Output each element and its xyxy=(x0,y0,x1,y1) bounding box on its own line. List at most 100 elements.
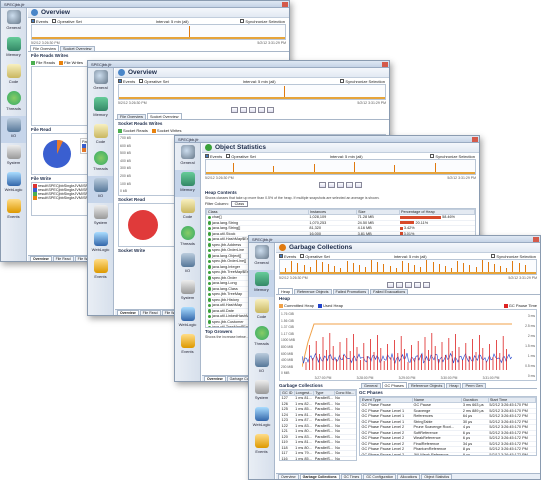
close-icon[interactable] xyxy=(533,236,539,242)
tab-gc-phases[interactable]: GC Phases xyxy=(381,382,407,388)
zoom-in-button[interactable] xyxy=(328,182,335,188)
nav-general[interactable]: General xyxy=(88,68,113,95)
nav-weblogic[interactable]: WebLogic xyxy=(175,305,200,332)
btab-item[interactable]: Garbage Collections xyxy=(299,473,340,479)
btab-overview[interactable]: Overview xyxy=(204,375,226,381)
filter-column-select[interactable]: Class xyxy=(230,201,249,207)
btab-overview[interactable]: Overview xyxy=(117,309,139,315)
pan-left-button[interactable] xyxy=(404,282,412,288)
select-all-button[interactable] xyxy=(355,182,362,188)
pan-right-button[interactable] xyxy=(257,107,265,113)
nav-weblogic[interactable]: WebLogic xyxy=(249,405,274,432)
tab-failed-promotions[interactable]: Failed Promotions xyxy=(332,289,370,294)
zoom-in-button[interactable] xyxy=(239,107,247,113)
tab-socket-overview[interactable]: Socket Overview xyxy=(60,46,95,51)
tab-file-overview[interactable]: File Overview xyxy=(117,114,146,119)
pan-left-button[interactable] xyxy=(337,182,344,188)
operative-set-checkbox[interactable]: Operative Set xyxy=(300,253,330,259)
btab-overview[interactable]: Overview xyxy=(30,255,52,261)
close-icon[interactable] xyxy=(472,136,478,142)
events-checkbox[interactable]: Events xyxy=(118,78,135,84)
pan-right-button[interactable] xyxy=(346,182,353,188)
btab-item[interactable]: Overview xyxy=(278,473,299,479)
timeline[interactable] xyxy=(205,159,476,175)
timeline[interactable] xyxy=(118,84,386,100)
tab-file-overview[interactable]: File Overview xyxy=(30,45,59,51)
column-header[interactable]: Longest... xyxy=(293,390,315,396)
nav-io[interactable]: I/O xyxy=(249,351,274,378)
nav-weblogic[interactable]: WebLogic xyxy=(88,230,113,257)
events-checkbox[interactable]: Events xyxy=(31,18,48,24)
sync-checkbox[interactable]: Synchronize Selection xyxy=(240,18,285,24)
operative-set-checkbox[interactable]: Operative Set xyxy=(139,78,169,84)
column-header[interactable]: Conc Mo... xyxy=(333,390,356,396)
sync-checkbox[interactable]: Synchronize Selection xyxy=(430,153,475,159)
nav-memory[interactable]: Memory xyxy=(1,35,26,62)
table-row[interactable]: GC Phase Pause Level 2 Prune Scavenge Roo… xyxy=(360,424,536,431)
nav-weblogic[interactable]: WebLogic xyxy=(1,170,26,197)
nav-code[interactable]: Code xyxy=(88,122,113,149)
timeline[interactable] xyxy=(31,24,286,40)
nav-threads[interactable]: Threads xyxy=(1,89,26,116)
btab-file-read[interactable]: File Read xyxy=(139,309,161,315)
nav-events[interactable]: Events xyxy=(249,432,274,459)
operative-set-checkbox[interactable]: Operative Set xyxy=(52,18,82,24)
nav-general[interactable]: General xyxy=(249,243,274,270)
btab-item[interactable]: GC Configuration xyxy=(363,473,397,479)
nav-events[interactable]: Events xyxy=(88,257,113,284)
nav-threads[interactable]: Threads xyxy=(88,149,113,176)
tab-perm-gen[interactable]: Perm Gen xyxy=(462,383,486,388)
zoom-in-button[interactable] xyxy=(395,282,403,288)
nav-system[interactable]: System xyxy=(1,143,26,170)
nav-io[interactable]: I/O xyxy=(175,251,200,278)
events-checkbox[interactable]: Events xyxy=(205,153,222,159)
nav-system[interactable]: System xyxy=(88,203,113,230)
tab-heap[interactable]: Heap xyxy=(446,383,462,388)
nav-io[interactable]: I/O xyxy=(88,176,113,203)
btab-item[interactable]: Allocations xyxy=(397,473,421,479)
select-all-button[interactable] xyxy=(266,107,274,113)
tab-heap[interactable]: Heap xyxy=(278,288,294,294)
tab-reference-objects[interactable]: Reference Objects xyxy=(294,289,332,294)
nav-code[interactable]: Code xyxy=(175,197,200,224)
events-checkbox[interactable]: Events xyxy=(279,253,296,259)
table-row[interactable]: GC Phase Pause Level 2 JNI Weak Reference… xyxy=(360,452,536,455)
pan-left-button[interactable] xyxy=(248,107,256,113)
btab-file-read[interactable]: File Read xyxy=(52,255,74,261)
operative-set-checkbox[interactable]: Operative Set xyxy=(226,153,256,159)
tab-reference-objects[interactable]: Reference Objects xyxy=(407,383,446,388)
zoom-out-button[interactable] xyxy=(230,107,238,113)
zoom-out-button[interactable] xyxy=(319,182,326,188)
nav-code[interactable]: Code xyxy=(1,62,26,89)
nav-events[interactable]: Events xyxy=(175,332,200,359)
nav-memory[interactable]: Memory xyxy=(88,95,113,122)
nav-system[interactable]: System xyxy=(175,278,200,305)
tab-failed-evacuations[interactable]: Failed Evacuations xyxy=(370,289,409,294)
nav-threads[interactable]: Threads xyxy=(249,324,274,351)
nav-threads[interactable]: Threads xyxy=(175,224,200,251)
select-all-button[interactable] xyxy=(422,282,430,288)
nav-io[interactable]: I/O xyxy=(1,116,26,143)
column-header[interactable]: GC ID xyxy=(280,390,295,396)
btab-item[interactable]: Object Statistics xyxy=(421,473,453,479)
close-icon[interactable] xyxy=(382,61,388,67)
close-icon[interactable] xyxy=(282,1,288,7)
nav-events[interactable]: Events xyxy=(1,197,26,224)
timeline[interactable] xyxy=(279,259,537,275)
pan-right-button[interactable] xyxy=(413,282,421,288)
sync-checkbox[interactable]: Synchronize Selection xyxy=(491,253,536,259)
nav-general[interactable]: General xyxy=(1,8,26,35)
cell-text: ParallelS... xyxy=(314,407,334,412)
nav-memory[interactable]: Memory xyxy=(249,270,274,297)
nav-system[interactable]: System xyxy=(249,378,274,405)
sync-checkbox[interactable]: Synchronize Selection xyxy=(340,78,385,84)
tab-general[interactable]: General xyxy=(361,383,381,388)
nav-memory[interactable]: Memory xyxy=(175,170,200,197)
btab-item[interactable]: GC Times xyxy=(340,473,363,479)
table-row[interactable]: 116 1 ms 85... ParallelS... No xyxy=(280,456,356,460)
nav-general[interactable]: General xyxy=(175,143,200,170)
zoom-out-button[interactable] xyxy=(386,282,394,288)
nav-code[interactable]: Code xyxy=(249,297,274,324)
cell-text: GC Phase Pause Level 1 xyxy=(361,419,405,424)
tab-socket-overview[interactable]: Socket Overview xyxy=(147,113,182,119)
